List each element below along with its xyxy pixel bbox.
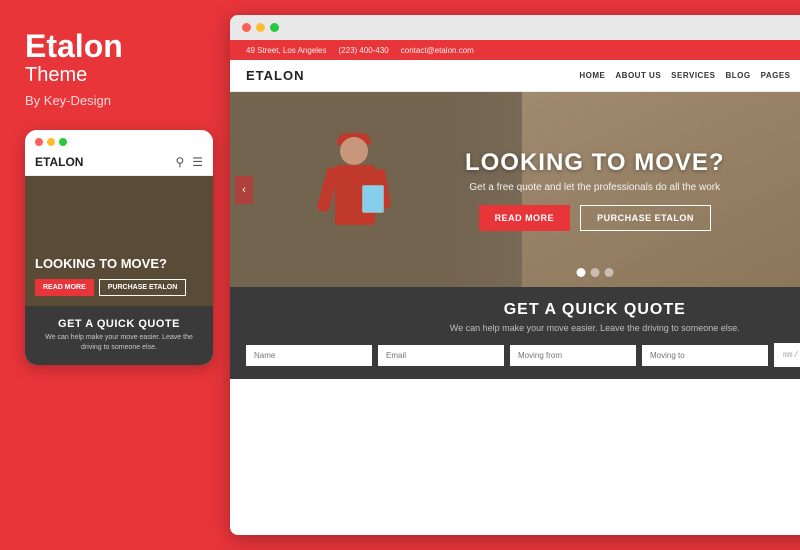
quote-date-input[interactable] (774, 343, 800, 367)
person-figure (310, 127, 400, 287)
dt-dot-yellow (256, 23, 265, 32)
mobile-quote-title: GET A QUICK QUOTE (35, 318, 203, 330)
quote-subtitle: We can help make your move easier. Leave… (246, 323, 800, 333)
mobile-purchase-button[interactable]: PURCHASE ETALON (99, 279, 186, 296)
mobile-nav-icons: ⚲ ☰ (175, 155, 203, 169)
mobile-dot-red (35, 138, 43, 146)
desktop-nav-links: HOME ABOUT US SERVICES BLOG PAGES CONTAC… (579, 67, 800, 84)
desktop-hero: ▣ ▭ ▫ ‹ › LOOKING TO MOVE? Get a free qu… (230, 92, 800, 287)
dt-dot-green (270, 23, 279, 32)
right-panel: 49 Street, Los Angeles (223) 400-430 con… (230, 0, 800, 550)
brand-by: By Key-Design (25, 93, 205, 108)
mobile-titlebar (25, 130, 213, 150)
email-text: contact@etalon.com (401, 46, 474, 55)
mobile-quote-subtitle: We can help make your move easier. Leave… (35, 333, 203, 353)
quote-name-input[interactable] (246, 345, 372, 366)
phone-text: (223) 400-430 (339, 46, 389, 55)
nav-link-about[interactable]: ABOUT US (615, 71, 661, 80)
nav-link-blog[interactable]: BLOG (725, 71, 750, 80)
quote-email-input[interactable] (378, 345, 504, 366)
desktop-nav-brand: ETALON (246, 68, 304, 83)
left-panel: Etalon Theme By Key-Design ETALON ⚲ ☰ LO… (0, 0, 230, 550)
mobile-menu-icon[interactable]: ☰ (192, 155, 203, 169)
mobile-dot-yellow (47, 138, 55, 146)
quote-form: SUBMIT (246, 343, 800, 367)
mobile-search-icon[interactable]: ⚲ (175, 155, 184, 169)
nav-link-pages[interactable]: PAGES (761, 71, 791, 80)
hero-prev-button[interactable]: ‹ (235, 176, 253, 204)
address-text: 49 Street, Los Angeles (246, 46, 327, 55)
mobile-hero-buttons: READ MORE PURCHASE ETALON (35, 279, 203, 296)
mobile-mockup: ETALON ⚲ ☰ LOOKING TO MOVE? READ MORE PU… (25, 130, 213, 365)
nav-link-home[interactable]: HOME (579, 71, 605, 80)
mobile-read-more-button[interactable]: READ MORE (35, 279, 94, 296)
hero-purchase-button[interactable]: PURCHASE ETALON (580, 205, 711, 231)
brand-subtitle: Theme (25, 64, 205, 87)
hero-dot-1[interactable] (576, 268, 585, 277)
quote-title: GET A QUICK QUOTE (246, 301, 800, 319)
person-head (340, 137, 368, 165)
brand-title: Etalon (25, 30, 205, 62)
desktop-top-bar-left: 49 Street, Los Angeles (223) 400-430 con… (246, 46, 474, 55)
hero-dots (576, 268, 613, 277)
mobile-nav: ETALON ⚲ ☰ (25, 150, 213, 176)
desktop-quote-section: GET A QUICK QUOTE We can help make your … (230, 287, 800, 379)
brand-name: Etalon Theme By Key-Design (25, 30, 205, 108)
mobile-nav-brand: ETALON (35, 155, 83, 169)
quote-moving-from-input[interactable] (510, 345, 636, 366)
mobile-dot-green (59, 138, 67, 146)
desktop-titlebar (230, 15, 800, 40)
mobile-quote-section: GET A QUICK QUOTE We can help make your … (25, 306, 213, 365)
desktop-nav: ETALON HOME ABOUT US SERVICES BLOG PAGES… (230, 60, 800, 92)
nav-link-services[interactable]: SERVICES (671, 71, 715, 80)
mobile-hero: LOOKING TO MOVE? READ MORE PURCHASE ETAL… (25, 176, 213, 306)
desktop-mockup: 49 Street, Los Angeles (223) 400-430 con… (230, 15, 800, 535)
desktop-top-bar: 49 Street, Los Angeles (223) 400-430 con… (230, 40, 800, 60)
hero-dot-3[interactable] (604, 268, 613, 277)
hero-read-more-button[interactable]: READ MORE (479, 205, 571, 231)
person-clipboard (362, 185, 384, 213)
quote-moving-to-input[interactable] (642, 345, 768, 366)
dt-dot-red (242, 23, 251, 32)
mobile-hero-title: LOOKING TO MOVE? (35, 256, 203, 272)
hero-dot-2[interactable] (590, 268, 599, 277)
